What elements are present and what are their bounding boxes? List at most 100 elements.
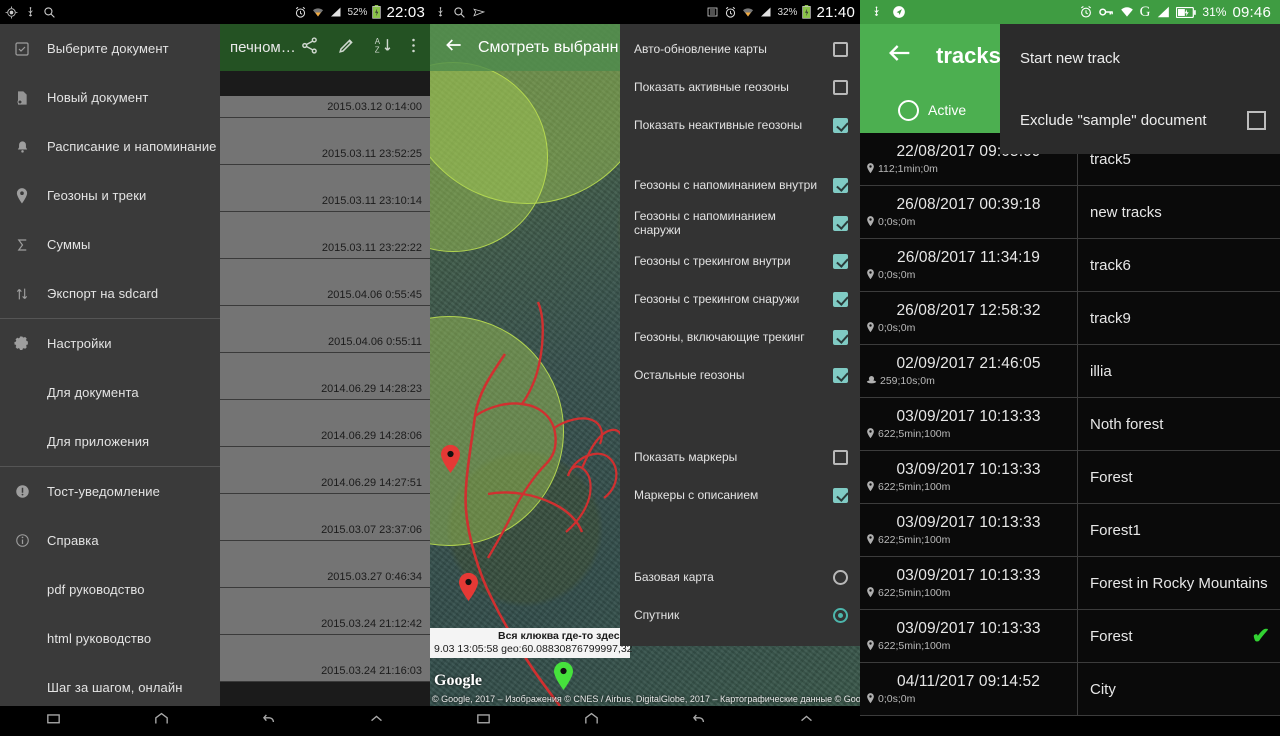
track-name-cell[interactable]: illia bbox=[1078, 345, 1280, 397]
map-menu-item[interactable]: Базовая карта bbox=[620, 558, 860, 596]
radio-unselected[interactable] bbox=[833, 646, 848, 647]
recents-icon[interactable] bbox=[45, 710, 62, 732]
recents-icon[interactable] bbox=[475, 710, 492, 732]
overflow-menu-icon[interactable] bbox=[411, 36, 416, 60]
navigation-drawer[interactable]: Выберите документНовый документРасписани… bbox=[0, 24, 220, 706]
map-menu-item[interactable]: Показать неактивные геозоны bbox=[620, 106, 860, 144]
track-row[interactable]: 03/09/2017 10:13:33622;5min;100mNoth for… bbox=[860, 398, 1280, 451]
track-name-cell[interactable]: City bbox=[1078, 663, 1280, 715]
track-name-cell[interactable]: Forest1 bbox=[1078, 504, 1280, 556]
radio-selected[interactable] bbox=[833, 608, 848, 623]
checkbox-unchecked[interactable] bbox=[833, 450, 848, 465]
map-menu-item[interactable]: Геозоны с напоминанием снаружи bbox=[620, 204, 860, 242]
track-name: Forest bbox=[1090, 468, 1270, 487]
map-marker-pin-green[interactable] bbox=[553, 661, 574, 691]
checkbox-checked[interactable] bbox=[833, 254, 848, 269]
map-menu-item[interactable]: Показать активные геозоны bbox=[620, 68, 860, 106]
drawer-item-12[interactable]: pdf руководство bbox=[0, 565, 220, 614]
drawer-item-6[interactable]: Экспорт на sdcard bbox=[0, 269, 220, 318]
track-row[interactable]: 03/09/2017 10:13:33622;5min;100mForest1 bbox=[860, 504, 1280, 557]
track-name-cell[interactable]: Forest in Rocky Mountains bbox=[1078, 557, 1280, 609]
checkbox-checked[interactable] bbox=[833, 178, 848, 193]
map-options-menu[interactable]: Авто-обновление картыПоказать активные г… bbox=[620, 24, 860, 646]
map-menu-item[interactable]: Показать маркеры bbox=[620, 438, 860, 476]
map-menu-item[interactable]: Маркеры с описанием bbox=[620, 476, 860, 514]
map-marker-pin-red-mid[interactable] bbox=[440, 444, 461, 474]
track-stats: 622;5min;100m bbox=[866, 639, 1071, 654]
drawer-item-label: Справка bbox=[47, 533, 99, 548]
track-name-cell[interactable]: Forest bbox=[1078, 451, 1280, 503]
checkbox-unchecked[interactable] bbox=[1247, 111, 1266, 130]
chevron-up-icon[interactable] bbox=[368, 710, 385, 732]
home-icon[interactable] bbox=[583, 710, 600, 732]
map-menu-item[interactable]: Остальные геозоны bbox=[620, 356, 860, 394]
tab-active[interactable]: Active bbox=[860, 100, 966, 121]
map-marker-tooltip[interactable]: Вся клюква где-то здесь 9.03 13:05:58 ge… bbox=[430, 628, 630, 658]
map-menu-item[interactable]: Спутник bbox=[620, 596, 860, 634]
drawer-item-8[interactable]: Для документа bbox=[0, 368, 220, 417]
checkbox-checked[interactable] bbox=[833, 488, 848, 503]
track-row[interactable]: 26/08/2017 11:34:190;0s;0mtrack6 bbox=[860, 239, 1280, 292]
track-row[interactable]: 03/09/2017 10:13:33622;5min;100mForest bbox=[860, 451, 1280, 504]
drawer-item-7[interactable]: Настройки bbox=[0, 319, 220, 368]
chevron-up-icon[interactable] bbox=[798, 710, 815, 732]
track-row[interactable]: 04/11/2017 09:14:520;0s;0mCity bbox=[860, 663, 1280, 716]
track-name-cell[interactable]: track9 bbox=[1078, 292, 1280, 344]
track-name-cell[interactable]: track6 bbox=[1078, 239, 1280, 291]
gear-icon bbox=[13, 336, 31, 352]
drawer-item-13[interactable]: html руководство bbox=[0, 614, 220, 663]
map-menu-item[interactable]: Геозоны, включающие трекинг bbox=[620, 318, 860, 356]
tracks-list[interactable]: 22/08/2017 09:05:09112;1min;0mtrack526/0… bbox=[860, 133, 1280, 736]
drawer-item-5[interactable]: Суммы bbox=[0, 220, 220, 269]
sort-az-icon[interactable]: AZ bbox=[374, 36, 393, 60]
location-pin-icon bbox=[866, 639, 875, 654]
track-row[interactable]: 26/08/2017 12:58:320;0s;0mtrack9 bbox=[860, 292, 1280, 345]
track-datetime: 03/09/2017 10:13:33 bbox=[866, 567, 1071, 585]
track-name-cell[interactable]: Forest✔ bbox=[1078, 610, 1280, 662]
home-icon[interactable] bbox=[153, 710, 170, 732]
drawer-item-3[interactable]: Расписание и напоминание bbox=[0, 122, 220, 171]
drawer-item-10[interactable]: Тост-уведомление bbox=[0, 467, 220, 516]
map-menu-item[interactable]: Спутник и названия bbox=[620, 634, 860, 646]
drawer-item-14[interactable]: Шаг за шагом, онлайн bbox=[0, 663, 220, 712]
drawer-item-11[interactable]: Справка bbox=[0, 516, 220, 565]
arrow-back-icon[interactable] bbox=[886, 39, 914, 72]
tracks-overflow-menu[interactable]: Start new track Exclude "sample" document bbox=[1000, 24, 1280, 154]
checkbox-checked[interactable] bbox=[833, 292, 848, 307]
drawer-item-1[interactable]: Выберите документ bbox=[0, 24, 220, 73]
track-name-cell[interactable]: Noth forest bbox=[1078, 398, 1280, 450]
drawer-item-4[interactable]: Геозоны и треки bbox=[0, 171, 220, 220]
arrow-back-icon[interactable] bbox=[444, 35, 464, 60]
checkbox-document-icon bbox=[13, 41, 31, 57]
checkbox-checked[interactable] bbox=[833, 216, 848, 231]
document-date: 2015.03.07 23:37:06 bbox=[321, 524, 422, 536]
drawer-item-2[interactable]: Новый документ bbox=[0, 73, 220, 122]
tracks-menu-item[interactable]: Exclude "sample" document bbox=[1000, 98, 1280, 142]
track-row[interactable]: 26/08/2017 00:39:180;0s;0mnew tracks bbox=[860, 186, 1280, 239]
map-menu-item[interactable]: Авто-обновление карты bbox=[620, 30, 860, 68]
tracks-menu-item[interactable]: Start new track bbox=[1000, 36, 1280, 80]
back-icon[interactable] bbox=[260, 710, 277, 732]
checkbox-unchecked[interactable] bbox=[833, 80, 848, 95]
map-menu-item[interactable]: Геозоны с трекингом внутри bbox=[620, 242, 860, 280]
back-icon[interactable] bbox=[690, 710, 707, 732]
key-icon bbox=[1099, 6, 1114, 18]
checkbox-checked[interactable] bbox=[833, 330, 848, 345]
checkbox-unchecked[interactable] bbox=[833, 42, 848, 57]
map-menu-item[interactable]: Геозоны с напоминанием внутри bbox=[620, 166, 860, 204]
track-name-cell[interactable]: new tracks bbox=[1078, 186, 1280, 238]
edit-icon[interactable] bbox=[337, 36, 356, 60]
checkbox-checked[interactable] bbox=[833, 118, 848, 133]
track-row[interactable]: 02/09/2017 21:46:05259;10s;0millia bbox=[860, 345, 1280, 398]
track-datetime-cell: 03/09/2017 10:13:33622;5min;100m bbox=[860, 610, 1078, 662]
system-nav-bar-panel2[interactable] bbox=[430, 706, 860, 736]
drawer-item-9[interactable]: Для приложения bbox=[0, 417, 220, 466]
radio-unselected[interactable] bbox=[833, 570, 848, 585]
track-row[interactable]: 03/09/2017 10:13:33622;5min;100mForest✔ bbox=[860, 610, 1280, 663]
track-row[interactable]: 03/09/2017 10:13:33622;5min;100mForest i… bbox=[860, 557, 1280, 610]
system-nav-bar-panel1[interactable] bbox=[0, 706, 430, 736]
checkbox-checked[interactable] bbox=[833, 368, 848, 383]
share-icon[interactable] bbox=[300, 36, 319, 60]
map-marker-pin-red-low[interactable] bbox=[458, 572, 479, 602]
map-menu-item[interactable]: Геозоны с трекингом снаружи bbox=[620, 280, 860, 318]
